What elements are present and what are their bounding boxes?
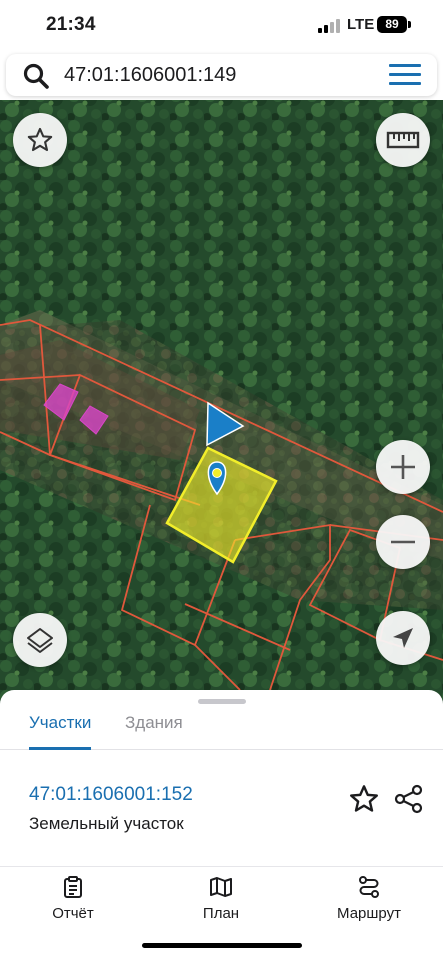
map-view[interactable]: [0, 100, 443, 705]
parcel-cadastral-number[interactable]: 47:01:1606001:152: [29, 784, 193, 806]
home-indicator: [142, 943, 302, 948]
parcel-list-item[interactable]: 47:01:1606001:152 Земельный участок: [0, 750, 443, 866]
status-time: 21:34: [46, 14, 96, 35]
status-bar: 21:34 LTE 89: [0, 0, 443, 52]
search-icon[interactable]: [22, 62, 50, 90]
favorite-button[interactable]: [13, 113, 67, 167]
zoom-in-button[interactable]: [376, 440, 430, 494]
ruler-button[interactable]: [376, 113, 430, 167]
tab-parcels[interactable]: Участки: [29, 711, 92, 750]
minus-icon: [391, 540, 415, 544]
nav-plan[interactable]: План: [166, 875, 276, 922]
nav-plan-label: План: [202, 905, 240, 922]
hamburger-menu-icon[interactable]: [389, 64, 421, 86]
nav-report[interactable]: Отчёт: [18, 875, 128, 922]
share-icon[interactable]: [393, 783, 425, 815]
report-clipboard-icon: [64, 876, 82, 898]
nav-route-label: Маршрут: [337, 905, 401, 922]
bottom-sheet: Участки Здания 47:01:1606001:152 Земельн…: [0, 690, 443, 870]
map-icon: [210, 877, 232, 897]
zoom-out-button[interactable]: [376, 515, 430, 569]
search-bar[interactable]: [6, 54, 437, 96]
battery-tip: [408, 21, 411, 28]
ruler-icon: [386, 131, 420, 149]
plus-icon: [391, 455, 415, 479]
signal-icon: [318, 19, 342, 33]
layers-icon: [27, 628, 53, 653]
battery-icon: 89: [377, 16, 407, 33]
tab-buildings[interactable]: Здания: [125, 711, 183, 747]
search-input[interactable]: [64, 60, 364, 90]
nav-report-label: Отчёт: [52, 905, 94, 922]
star-icon[interactable]: [348, 783, 380, 815]
route-icon: [359, 876, 379, 898]
satellite-map[interactable]: [0, 100, 443, 705]
navigation-arrow-icon: [393, 628, 413, 648]
nav-route[interactable]: Маршрут: [314, 875, 424, 922]
sheet-grabber[interactable]: [198, 699, 246, 704]
tab-bar: Участки Здания: [0, 708, 443, 750]
star-icon: [27, 127, 53, 152]
layers-button[interactable]: [13, 613, 67, 667]
network-type: LTE: [347, 16, 375, 33]
parcel-type: Земельный участок: [29, 814, 184, 833]
locate-me-button[interactable]: [376, 611, 430, 665]
